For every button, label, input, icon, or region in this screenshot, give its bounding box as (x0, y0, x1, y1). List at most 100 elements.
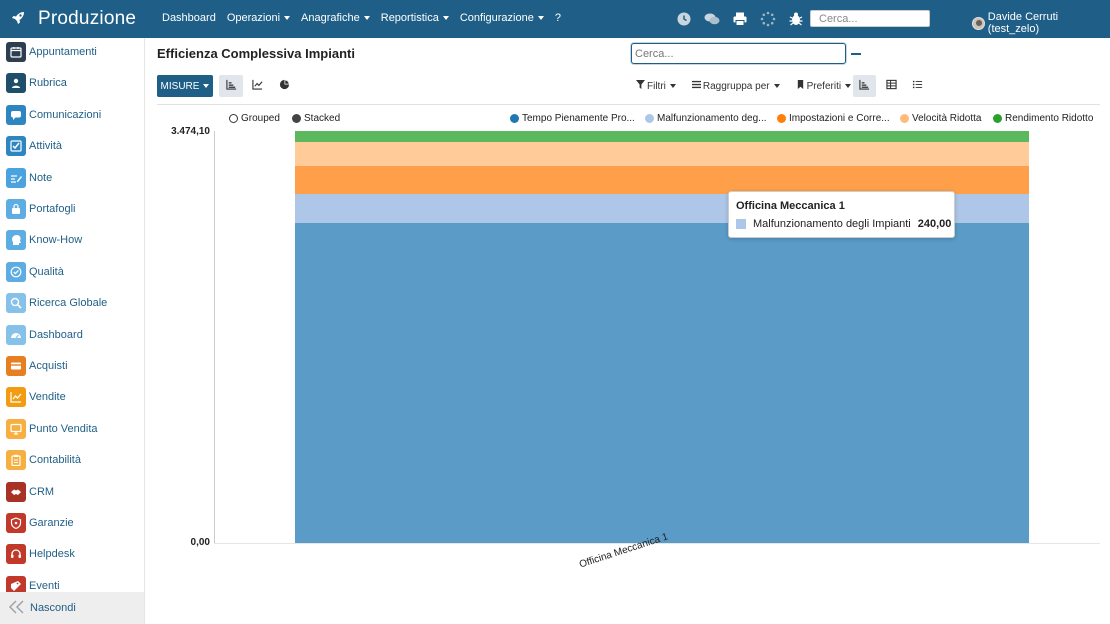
top-menu-label: Anagrafiche (301, 12, 360, 24)
sidebar-item[interactable]: Garanzie (6, 513, 74, 533)
sidebar-item[interactable]: Know-How (6, 230, 82, 251)
top-menu-label: Configurazione (459, 12, 534, 24)
legend-label: Velocità Ridotta (912, 113, 982, 124)
sidebar-item-label: Helpdesk (29, 548, 75, 561)
sidebar-item-label: Dashboard (29, 328, 83, 341)
pivot-view-icon (886, 79, 897, 93)
sidebar-item[interactable]: Dashboard (6, 324, 83, 345)
top-menu-item[interactable]: Reportistica (381, 12, 449, 24)
sidebar-hide-button[interactable]: Nascondi (0, 592, 144, 624)
funnel-icon (636, 80, 647, 92)
sidebar-item-label: Qualità (29, 265, 64, 278)
legend-item[interactable]: Impostazioni e Corre... (777, 113, 890, 124)
caret-down-icon (845, 84, 852, 88)
sidebar-item[interactable]: Qualità (6, 261, 64, 282)
top-menu-item[interactable]: Anagrafiche (301, 12, 370, 24)
print-icon[interactable] (732, 11, 748, 30)
top-menu-item[interactable]: Configurazione (460, 12, 544, 24)
line-chart-icon (251, 79, 263, 93)
sidebar-item[interactable]: Acquisti (6, 356, 68, 376)
tooltip-swatch (736, 219, 746, 229)
favorites-dropdown[interactable]: Preferiti (796, 80, 852, 92)
clock-icon[interactable] (676, 11, 692, 30)
sidebar-item[interactable]: Vendite (6, 387, 66, 408)
sidebar-item[interactable]: Ricerca Globale (6, 293, 107, 314)
list-view-icon (912, 79, 923, 93)
bar-segment[interactable] (295, 131, 1029, 143)
headset-icon (6, 544, 26, 565)
note-icon (6, 167, 26, 188)
tooltip-title: Officina Meccanica 1 (736, 200, 845, 212)
brand[interactable]: Produzione (10, 6, 136, 32)
sidebar-item-label: Rubrica (29, 77, 67, 90)
quality-check-icon (6, 261, 26, 282)
global-search-input[interactable] (810, 10, 930, 27)
chat-icon[interactable] (704, 11, 720, 30)
sidebar-item[interactable]: Attività (6, 136, 63, 157)
bar-chart-icon (225, 79, 237, 93)
bar-segment[interactable] (295, 142, 1029, 166)
stacked-mode-label: Stacked (304, 113, 341, 124)
sidebar-item[interactable]: Appuntamenti (6, 42, 97, 62)
top-menu-item[interactable]: Dashboard (162, 12, 216, 24)
tooltip-value: 240,00 (917, 218, 952, 230)
page-title: Efficienza Complessiva Impianti (157, 46, 355, 61)
group-by-label: Raggruppa per (702, 80, 770, 92)
radio-filled-icon (292, 114, 301, 123)
legend-item[interactable]: Tempo Pienamente Pro... (510, 113, 635, 124)
bars-icon (691, 80, 703, 92)
avatar (972, 16, 985, 30)
group-by-dropdown[interactable]: Raggruppa per (691, 80, 780, 92)
sidebar-item[interactable]: Helpdesk (6, 544, 75, 565)
sidebar-item[interactable]: Comunicazioni (6, 104, 101, 125)
measures-label: MISURE (160, 80, 200, 92)
sidebar-item[interactable]: Punto Vendita (6, 418, 98, 439)
search-input[interactable] (631, 43, 846, 64)
tooltip-row: Malfunzionamento degli Impianti 240,00 (736, 218, 951, 230)
handshake-icon (6, 481, 26, 502)
sidebar-item-label: Garanzie (29, 517, 74, 529)
bar-segment[interactable] (295, 222, 1029, 543)
bookmark-icon (796, 80, 807, 92)
checkbox-icon (6, 136, 26, 157)
head-icon (6, 230, 26, 251)
measures-button[interactable]: MISURE (157, 75, 213, 97)
legend-item[interactable]: Rendimento Ridotto (993, 113, 1093, 124)
filters-dropdown[interactable]: Filtri (636, 80, 676, 92)
graph-view-button[interactable] (853, 75, 876, 97)
sidebar-item[interactable]: CRM (6, 481, 54, 502)
sidebar-item-label: Acquisti (29, 360, 68, 372)
sidebar-item-label: Vendite (29, 391, 66, 404)
top-menu-item[interactable]: ? (555, 12, 561, 24)
grouped-mode-toggle[interactable]: Grouped (229, 113, 280, 124)
sidebar-item[interactable]: Contabilità (6, 450, 81, 471)
sidebar-item-label: Attività (29, 140, 63, 153)
sidebar-item[interactable]: Rubrica (6, 73, 67, 94)
magnifier-icon (6, 293, 26, 314)
caret-down-icon (537, 16, 544, 20)
sidebar-item-label: Note (29, 171, 53, 184)
legend-item[interactable]: Velocità Ridotta (900, 113, 982, 124)
sidebar-item[interactable]: Note (6, 167, 53, 188)
loading-icon[interactable] (760, 11, 776, 30)
collapse-icon[interactable] (851, 53, 861, 55)
legend-label: Impostazioni e Corre... (789, 113, 890, 124)
line-chart-button[interactable] (245, 75, 269, 97)
bar-chart-button[interactable] (219, 75, 243, 97)
pivot-view-button[interactable] (880, 75, 903, 97)
search-options: Filtri Raggruppa per Preferiti (636, 80, 852, 92)
stacked-mode-toggle[interactable]: Stacked (292, 113, 340, 124)
caret-down-icon (442, 16, 449, 20)
lock-icon (6, 199, 26, 219)
bug-icon[interactable] (788, 11, 804, 30)
pie-chart-button[interactable] (272, 75, 296, 97)
top-menu-label: Operazioni (226, 12, 281, 24)
legend-label: Tempo Pienamente Pro... (522, 113, 635, 124)
list-view-button[interactable] (906, 75, 929, 97)
calendar-icon (6, 42, 26, 62)
sidebar-item[interactable]: Portafogli (6, 199, 75, 219)
user-menu[interactable]: Davide Cerruti (test_zelo) (972, 11, 1110, 35)
legend-dot (645, 114, 654, 123)
legend-item[interactable]: Malfunzionamento deg... (645, 113, 767, 124)
top-menu-item[interactable]: Operazioni (226, 12, 291, 24)
